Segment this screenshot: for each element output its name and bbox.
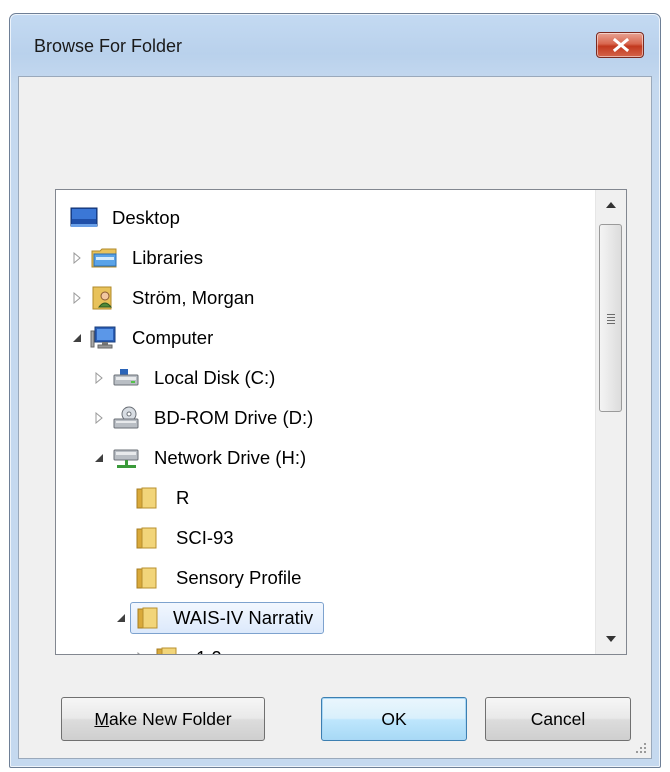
folder-icon bbox=[134, 565, 160, 591]
scroll-down-button[interactable] bbox=[596, 624, 626, 654]
expand-arrow-icon[interactable] bbox=[70, 291, 84, 305]
tree-item-folder-r[interactable]: R bbox=[134, 478, 195, 518]
tree-item-label: Computer bbox=[132, 327, 214, 348]
folder-icon bbox=[134, 525, 160, 551]
tree-item-label: Sensory Profile bbox=[176, 567, 302, 588]
tree-item-label: Local Disk (C:) bbox=[154, 367, 276, 388]
tree-item-label: Libraries bbox=[132, 247, 203, 268]
close-icon bbox=[612, 38, 630, 52]
user-folder-icon bbox=[90, 285, 116, 311]
computer-icon bbox=[90, 325, 116, 351]
make-new-folder-mnemonic: M bbox=[94, 708, 109, 729]
resize-grip-icon[interactable] bbox=[633, 740, 647, 754]
make-new-folder-label: ake New Folder bbox=[109, 708, 232, 729]
tree-item-folder-wais-iv-narrativ[interactable]: WAIS-IV Narrativ bbox=[114, 598, 325, 638]
tree-item-desktop[interactable]: Desktop bbox=[70, 198, 186, 238]
scroll-down-arrow-icon bbox=[606, 636, 616, 642]
cancel-button[interactable]: Cancel bbox=[485, 697, 631, 741]
browse-for-folder-dialog: Browse For Folder Desktop Libraries Strö… bbox=[9, 13, 661, 768]
tree-item-label: BD-ROM Drive (D:) bbox=[154, 407, 314, 428]
ok-button-label: OK bbox=[381, 708, 407, 729]
folder-icon bbox=[154, 645, 180, 654]
tree-item-folder-sensory-profile[interactable]: Sensory Profile bbox=[134, 558, 307, 598]
tree-item-libraries[interactable]: Libraries bbox=[70, 238, 209, 278]
expand-arrow-icon[interactable] bbox=[70, 251, 84, 265]
tree-item-label: WAIS-IV Narrativ bbox=[173, 607, 314, 628]
tree-item-label: Ström, Morgan bbox=[132, 287, 255, 308]
tree-item-label: Network Drive (H:) bbox=[154, 447, 307, 468]
scroll-up-arrow-icon bbox=[606, 202, 616, 208]
folder-tree[interactable]: Desktop Libraries Ström, Morgan Computer… bbox=[55, 189, 627, 655]
tree-item-local-disk[interactable]: Local Disk (C:) bbox=[92, 358, 281, 398]
tree-item-label: R bbox=[176, 487, 190, 508]
ok-button[interactable]: OK bbox=[321, 697, 467, 741]
libraries-icon bbox=[90, 245, 117, 271]
folder-icon bbox=[135, 605, 161, 631]
tree-item-label: Desktop bbox=[112, 207, 180, 228]
desktop-icon bbox=[70, 205, 98, 231]
tree-item-computer[interactable]: Computer bbox=[70, 318, 219, 358]
expand-arrow-icon[interactable] bbox=[134, 651, 148, 654]
scrollbar-thumb[interactable] bbox=[599, 224, 622, 412]
tree-item-bd-rom-drive[interactable]: BD-ROM Drive (D:) bbox=[92, 398, 319, 438]
tree-vertical-scrollbar[interactable] bbox=[595, 190, 626, 654]
scrollbar-grip-icon bbox=[607, 314, 615, 326]
tree-item-label: 1.0 bbox=[190, 643, 228, 654]
dialog-client-area: Desktop Libraries Ström, Morgan Computer… bbox=[18, 76, 652, 759]
dialog-title: Browse For Folder bbox=[34, 36, 183, 56]
tree-item-network-drive[interactable]: Network Drive (H:) bbox=[92, 438, 312, 478]
hard-drive-icon bbox=[112, 365, 139, 391]
optical-drive-icon bbox=[112, 405, 139, 431]
selection-highlight: WAIS-IV Narrativ bbox=[130, 602, 325, 634]
tree-item-label: SCI-93 bbox=[176, 527, 234, 548]
collapse-arrow-icon[interactable] bbox=[70, 331, 84, 345]
tree-item-user-folder[interactable]: Ström, Morgan bbox=[70, 278, 260, 318]
close-button[interactable] bbox=[596, 32, 644, 58]
scroll-up-button[interactable] bbox=[596, 190, 626, 220]
network-drive-icon bbox=[112, 445, 139, 471]
make-new-folder-button[interactable]: Make New Folder bbox=[61, 697, 265, 741]
cancel-button-label: Cancel bbox=[530, 708, 586, 729]
expand-arrow-icon[interactable] bbox=[92, 411, 106, 425]
collapse-arrow-icon[interactable] bbox=[114, 611, 128, 625]
expand-arrow-icon[interactable] bbox=[92, 371, 106, 385]
tree-item-folder-sci-93[interactable]: SCI-93 bbox=[134, 518, 240, 558]
collapse-arrow-icon[interactable] bbox=[92, 451, 106, 465]
folder-icon bbox=[134, 485, 160, 511]
tree-item-folder-1-0[interactable]: 1.0 bbox=[134, 638, 228, 654]
title-bar[interactable]: Browse For Folder bbox=[10, 14, 660, 76]
